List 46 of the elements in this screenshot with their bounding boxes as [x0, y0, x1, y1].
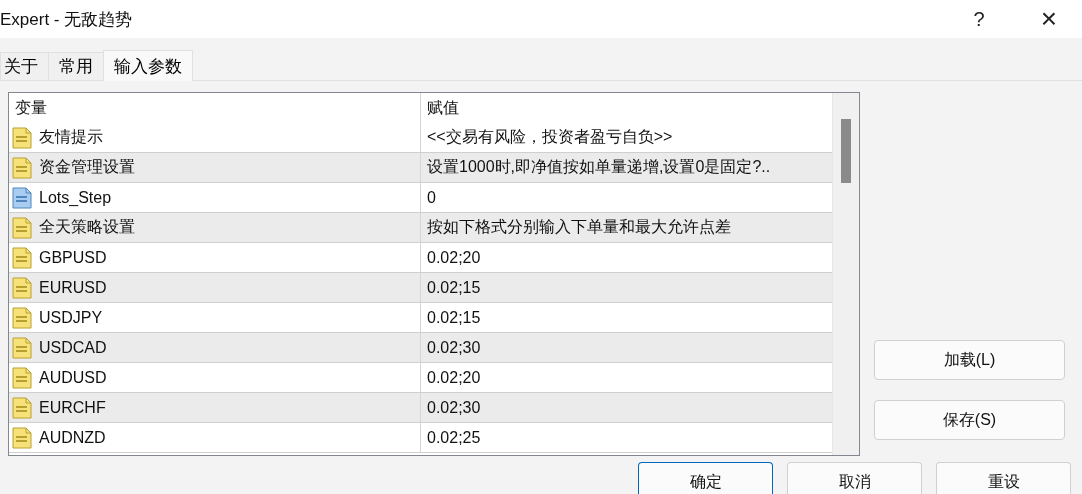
- dialog-button[interactable]: 确定: [638, 462, 773, 494]
- parameter-value[interactable]: 0.02;30: [427, 338, 481, 357]
- parameter-name: AUDUSD: [39, 368, 107, 387]
- document-icon: [11, 126, 33, 149]
- tab[interactable]: 输入参数: [103, 50, 193, 81]
- parameter-value[interactable]: 0.02;20: [427, 248, 481, 267]
- parameter-name: AUDNZD: [39, 428, 106, 447]
- help-button[interactable]: ?: [954, 0, 1004, 38]
- document-icon: [11, 186, 33, 209]
- document-icon: [11, 276, 33, 299]
- tab[interactable]: 关于: [0, 52, 49, 80]
- document-icon: [11, 156, 33, 179]
- document-icon: [11, 426, 33, 449]
- side-button[interactable]: 加载(L): [874, 340, 1065, 380]
- document-icon: [11, 216, 33, 239]
- parameter-value[interactable]: 0.02;20: [427, 368, 481, 387]
- parameter-name: EURCHF: [39, 398, 106, 417]
- parameter-name: Lots_Step: [39, 188, 112, 207]
- parameter-value[interactable]: <<交易有风险，投资者盈亏自负>>: [427, 127, 673, 148]
- parameter-value[interactable]: 0.02;15: [427, 308, 481, 327]
- parameter-name: USDJPY: [39, 308, 103, 327]
- parameter-name: USDCAD: [39, 338, 107, 357]
- document-icon: [11, 246, 33, 269]
- column-header[interactable]: 赋值: [421, 93, 833, 123]
- document-icon: [11, 366, 33, 389]
- parameter-value[interactable]: 设置1000时,即净值按如单量递增,设置0是固定?..: [427, 157, 771, 178]
- parameter-value[interactable]: 0.02;25: [427, 428, 481, 447]
- close-button[interactable]: ×: [1024, 0, 1074, 38]
- parameter-name: 全天策略设置: [39, 217, 135, 237]
- document-icon: [11, 336, 33, 359]
- parameter-value[interactable]: 0.02;30: [427, 398, 481, 417]
- parameter-value[interactable]: 0.02;15: [427, 278, 481, 297]
- side-button[interactable]: 保存(S): [874, 400, 1065, 440]
- dialog-button[interactable]: 重设: [936, 462, 1071, 494]
- scrollbar[interactable]: [832, 93, 859, 455]
- document-icon: [11, 396, 33, 419]
- parameter-name: 资金管理设置: [39, 157, 135, 177]
- parameter-value[interactable]: 0: [427, 188, 436, 207]
- parameter-name: 友情提示: [39, 127, 103, 147]
- parameter-value[interactable]: 按如下格式分别输入下单量和最大允许点差: [427, 217, 731, 238]
- dialog-button[interactable]: 取消: [787, 462, 922, 494]
- document-icon: [11, 306, 33, 329]
- window-title: Expert - 无敌趋势: [0, 8, 134, 31]
- parameter-name: EURUSD: [39, 278, 107, 297]
- parameter-name: GBPUSD: [39, 248, 107, 267]
- column-header[interactable]: 变量: [9, 93, 421, 123]
